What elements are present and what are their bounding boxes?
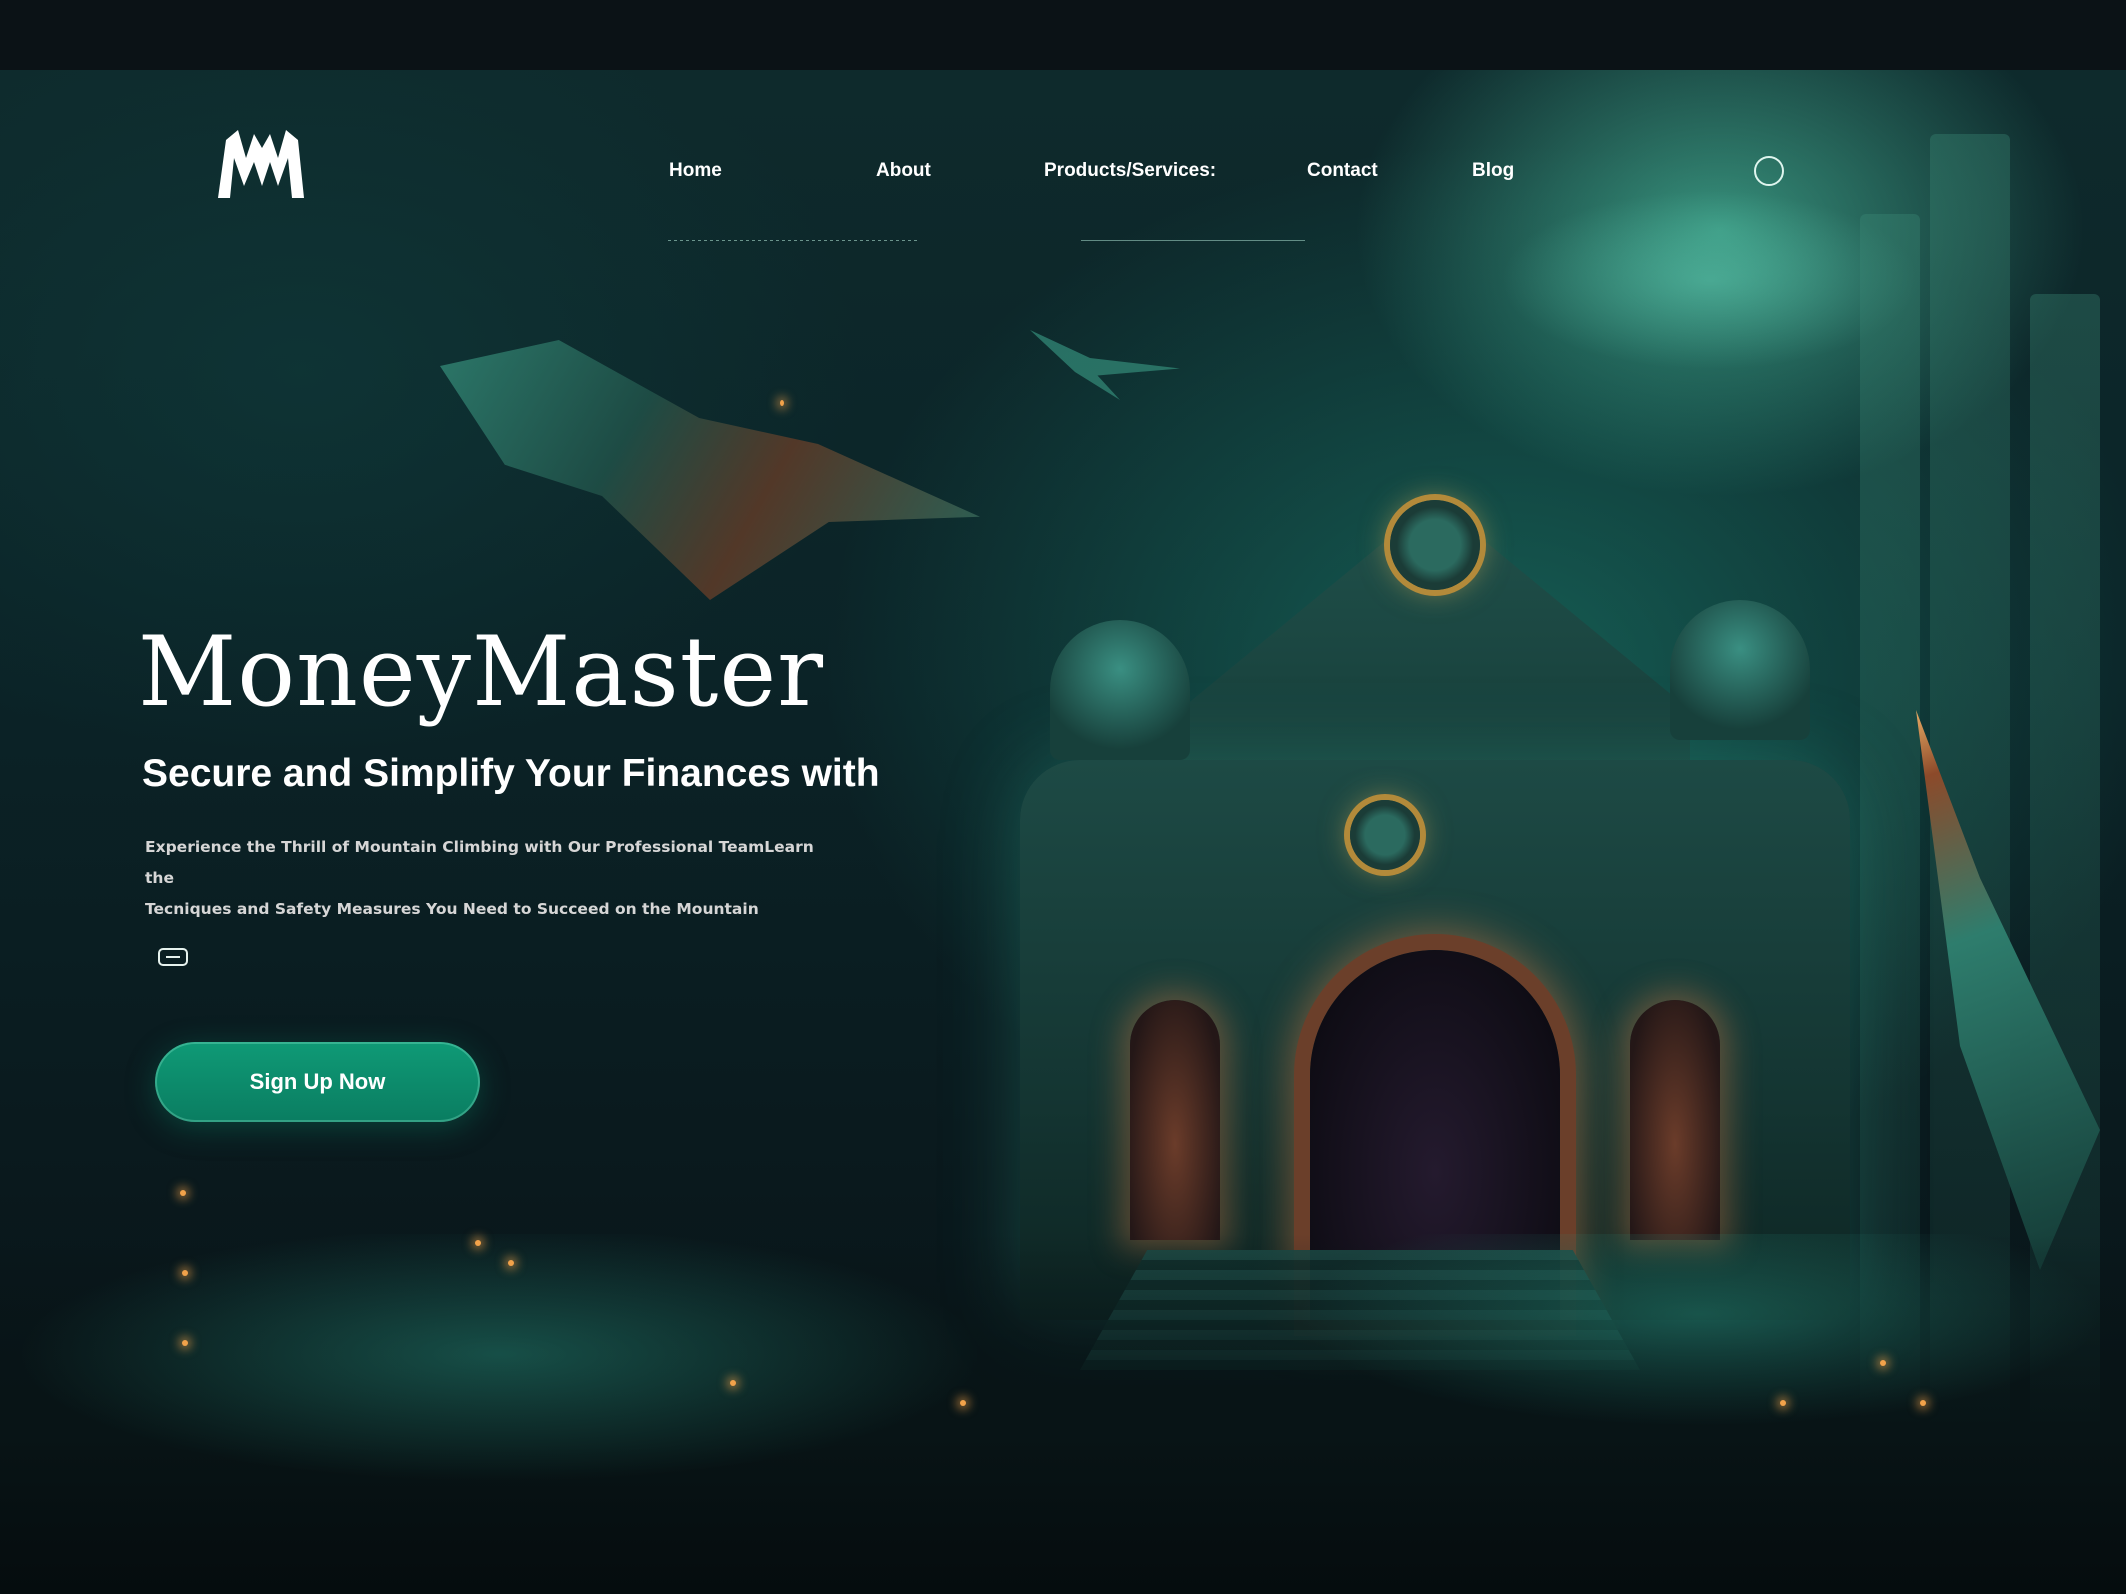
nav-active-underline [1081,240,1305,241]
main-nav: Home About Products/Services: Contact Bl… [0,160,2126,200]
hero-description-line-1: Experience the Thrill of Mountain Climbi… [145,838,814,887]
nav-underline [668,240,918,241]
nav-contact[interactable]: Contact [1307,160,1378,182]
hero-description: Experience the Thrill of Mountain Climbi… [145,832,845,925]
hero-subtitle: Secure and Simplify Your Finances with [142,752,880,795]
sign-up-now-button[interactable]: Sign Up Now [155,1042,480,1122]
flying-creature-illustration [440,340,980,600]
hero-title: MoneyMaster [138,616,825,728]
card-icon[interactable] [158,948,188,966]
nav-blog[interactable]: Blog [1472,160,1514,182]
bank-building-illustration [1020,500,1850,1320]
nav-products-services[interactable]: Products/Services: [1044,160,1216,182]
hero-description-line-2: Tecniques and Safety Measures You Need t… [145,900,759,918]
nav-home[interactable]: Home [669,160,722,182]
search-icon[interactable] [1754,156,1784,186]
bird-illustration [1030,330,1180,400]
nav-about[interactable]: About [876,160,931,182]
